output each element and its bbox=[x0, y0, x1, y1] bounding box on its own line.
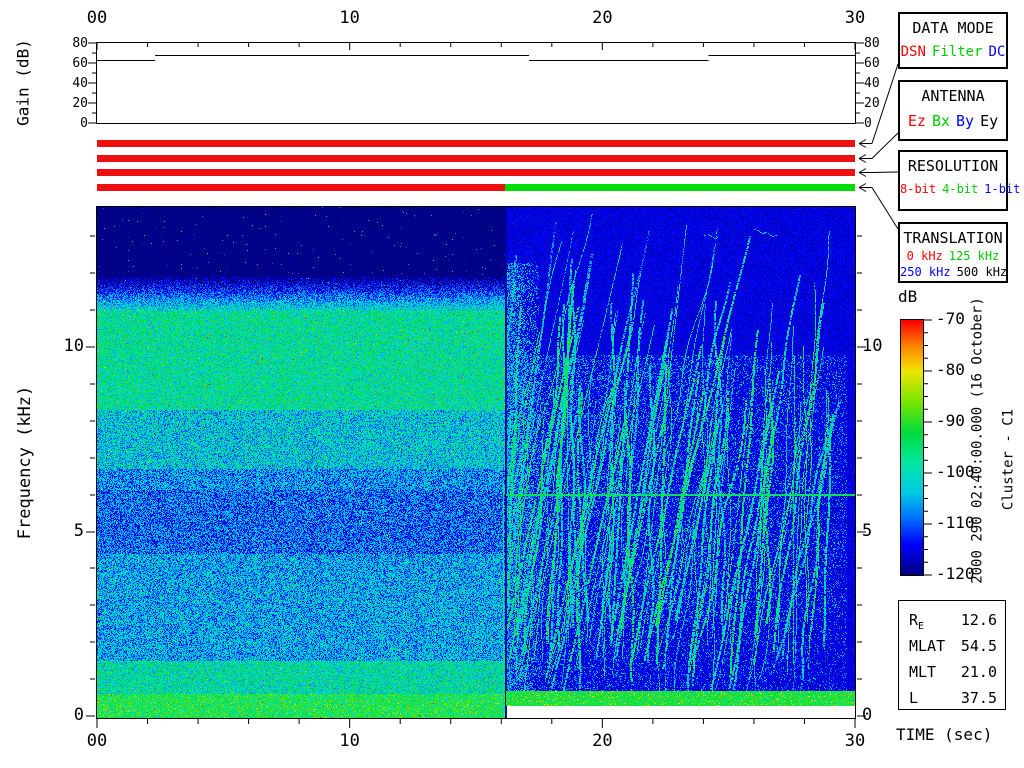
legend-translation: TRANSLATION 0 kHz 125 kHz 250 kHz 500 kHz bbox=[898, 222, 1008, 283]
tick-or-line bbox=[858, 154, 867, 159]
ephemeris-row-mlt: MLT 21.0 bbox=[909, 663, 997, 683]
gain-ytick-label-left: 0 bbox=[80, 116, 88, 131]
frequency-axis-title: Frequency (kHz) bbox=[15, 385, 35, 540]
colorbar-gradient bbox=[901, 320, 923, 575]
gain-top-tick-label: 10 bbox=[339, 8, 360, 28]
legend-translation-item: 500 kHz bbox=[956, 265, 1008, 279]
tick-or-line bbox=[858, 172, 867, 177]
tick-or-line bbox=[858, 139, 867, 144]
gain-ytick-label-left: 20 bbox=[72, 96, 88, 111]
tick-or-line bbox=[871, 171, 899, 173]
tick-or-line bbox=[858, 158, 867, 163]
spacecraft-annotation: Cluster - C1 bbox=[1000, 408, 1017, 511]
gain-ytick-label-right: 60 bbox=[864, 56, 880, 71]
time-tick-label: 10 bbox=[339, 731, 360, 751]
ephemeris-label: MLT bbox=[909, 663, 937, 681]
legend-resolution-item: 1-bit bbox=[984, 182, 1021, 196]
legend-resolution-item: 4-bit bbox=[942, 182, 979, 196]
tick-or-line bbox=[858, 143, 867, 148]
legend-translation-item: 250 kHz bbox=[900, 265, 951, 279]
legend-translation-item: 0 kHz bbox=[906, 249, 943, 263]
gain-top-tick-label: 20 bbox=[592, 8, 613, 28]
time-tick-label: 30 bbox=[844, 731, 866, 751]
translation-bar-segment bbox=[505, 184, 855, 191]
legend-resolution-item: 8-bit bbox=[900, 182, 937, 196]
gain-top-tick-label: 30 bbox=[844, 8, 866, 28]
colorbar-tick-label: -90 bbox=[936, 411, 965, 430]
legend-translation-row: 250 kHz 500 kHz bbox=[900, 265, 1008, 279]
gain-ytick-label-left: 60 bbox=[72, 56, 88, 71]
freq-ytick-label-left: 5 bbox=[73, 520, 84, 541]
legend-antenna-item: Ez bbox=[907, 112, 926, 130]
ephemeris-row-mlat: MLAT 54.5 bbox=[909, 637, 997, 657]
legend-resolution-row: 8-bit 4-bit 1-bit bbox=[900, 182, 1020, 196]
gain-ytick-label-left: 40 bbox=[72, 76, 88, 91]
spectrogram-heatmap bbox=[97, 207, 855, 718]
ephemeris-label: R bbox=[909, 611, 919, 629]
legend-antenna-item: By bbox=[956, 112, 975, 130]
freq-ytick-label-left: 10 bbox=[63, 336, 84, 356]
ephemeris-value: 21.0 bbox=[960, 663, 997, 681]
tick-or-line bbox=[858, 183, 867, 188]
legend-antenna: ANTENNA Ez Bx By Ey bbox=[898, 80, 1008, 141]
gain-ytick-label-right: 40 bbox=[864, 76, 880, 91]
gain-ytick-label-left: 80 bbox=[72, 36, 88, 51]
antenna-bar-segment bbox=[97, 155, 855, 162]
ephemeris-row-r: RE 12.6 bbox=[909, 611, 997, 632]
legend-data-mode: DATA MODE DSN Filter DC bbox=[898, 12, 1008, 69]
legend-antenna-item: Ey bbox=[980, 112, 999, 130]
legend-translation-row: 0 kHz 125 kHz bbox=[900, 249, 1006, 263]
colorbar-unit-label: dB bbox=[898, 287, 918, 306]
ephemeris-label: MLAT bbox=[909, 637, 946, 655]
gain-top-tick-label: 00 bbox=[86, 8, 108, 28]
legend-data-mode-row: DSN Filter DC bbox=[900, 44, 1006, 60]
resolution-bar-segment bbox=[97, 169, 855, 176]
legend-translation-title: TRANSLATION bbox=[903, 229, 1003, 247]
legend-antenna-title: ANTENNA bbox=[921, 87, 985, 105]
ephemeris-label: L bbox=[909, 689, 919, 707]
colorbar-tick-label: -120 bbox=[936, 564, 975, 583]
time-tick-label: 20 bbox=[592, 731, 613, 751]
ephemeris-value: 54.5 bbox=[960, 637, 997, 655]
ephemeris-row-l: L 37.5 bbox=[909, 689, 997, 709]
gain-ytick-label-right: 20 bbox=[864, 96, 880, 111]
legend-data-mode-item: Filter bbox=[931, 44, 983, 60]
ephemeris-label-subscript: E bbox=[918, 621, 925, 632]
freq-ytick-label-right: 0 bbox=[862, 705, 873, 725]
tick-or-line bbox=[871, 132, 899, 159]
ephemeris-value: 37.5 bbox=[960, 689, 997, 707]
datetime-annotation: 2000 290 02:40:00.000 (16 October) bbox=[969, 297, 986, 584]
tick-or-line bbox=[858, 168, 867, 173]
colorbar-tick-label: -110 bbox=[936, 513, 975, 532]
gain-panel bbox=[96, 42, 856, 124]
legend-data-mode-item: DSN bbox=[900, 44, 926, 60]
time-tick-label: 00 bbox=[86, 731, 108, 751]
gain-ytick-label-right: 80 bbox=[864, 36, 880, 51]
colorbar-tick-label: -80 bbox=[936, 360, 965, 379]
wbd-spectrogram-plot: Gain (dB) Frequency (kHz) dB 2000 290 02… bbox=[0, 0, 1024, 768]
legend-resolution-title: RESOLUTION bbox=[907, 157, 999, 175]
data-mode-bar-segment bbox=[97, 140, 855, 147]
freq-ytick-label-right: 10 bbox=[862, 336, 883, 356]
ephemeris-value: 12.6 bbox=[960, 611, 997, 629]
colorbar-tick-label: -100 bbox=[936, 462, 975, 481]
legend-antenna-item: Bx bbox=[931, 112, 950, 130]
colorbar-tick-label: -70 bbox=[936, 309, 965, 328]
legend-resolution: RESOLUTION 8-bit 4-bit 1-bit bbox=[898, 150, 1020, 211]
gain-axis-title: Gain (dB) bbox=[13, 39, 33, 126]
translation-bar-segment bbox=[97, 184, 506, 191]
legend-translation-item: 125 kHz bbox=[948, 249, 1000, 263]
gain-ytick-label-right: 0 bbox=[864, 116, 872, 131]
legend-data-mode-item: DC bbox=[988, 44, 1006, 60]
tick-or-line bbox=[871, 187, 899, 230]
legend-antenna-row: Ez Bx By Ey bbox=[900, 112, 1006, 130]
legend-data-mode-title: DATA MODE bbox=[912, 19, 994, 37]
freq-ytick-label-right: 5 bbox=[862, 520, 873, 541]
time-axis-title: TIME (sec) bbox=[896, 725, 993, 744]
tick-or-line bbox=[858, 187, 867, 192]
freq-ytick-label-left: 0 bbox=[73, 705, 84, 725]
ephemeris-box: RE 12.6 MLAT 54.5 MLT 21.0 L 37.5 bbox=[898, 600, 1006, 710]
